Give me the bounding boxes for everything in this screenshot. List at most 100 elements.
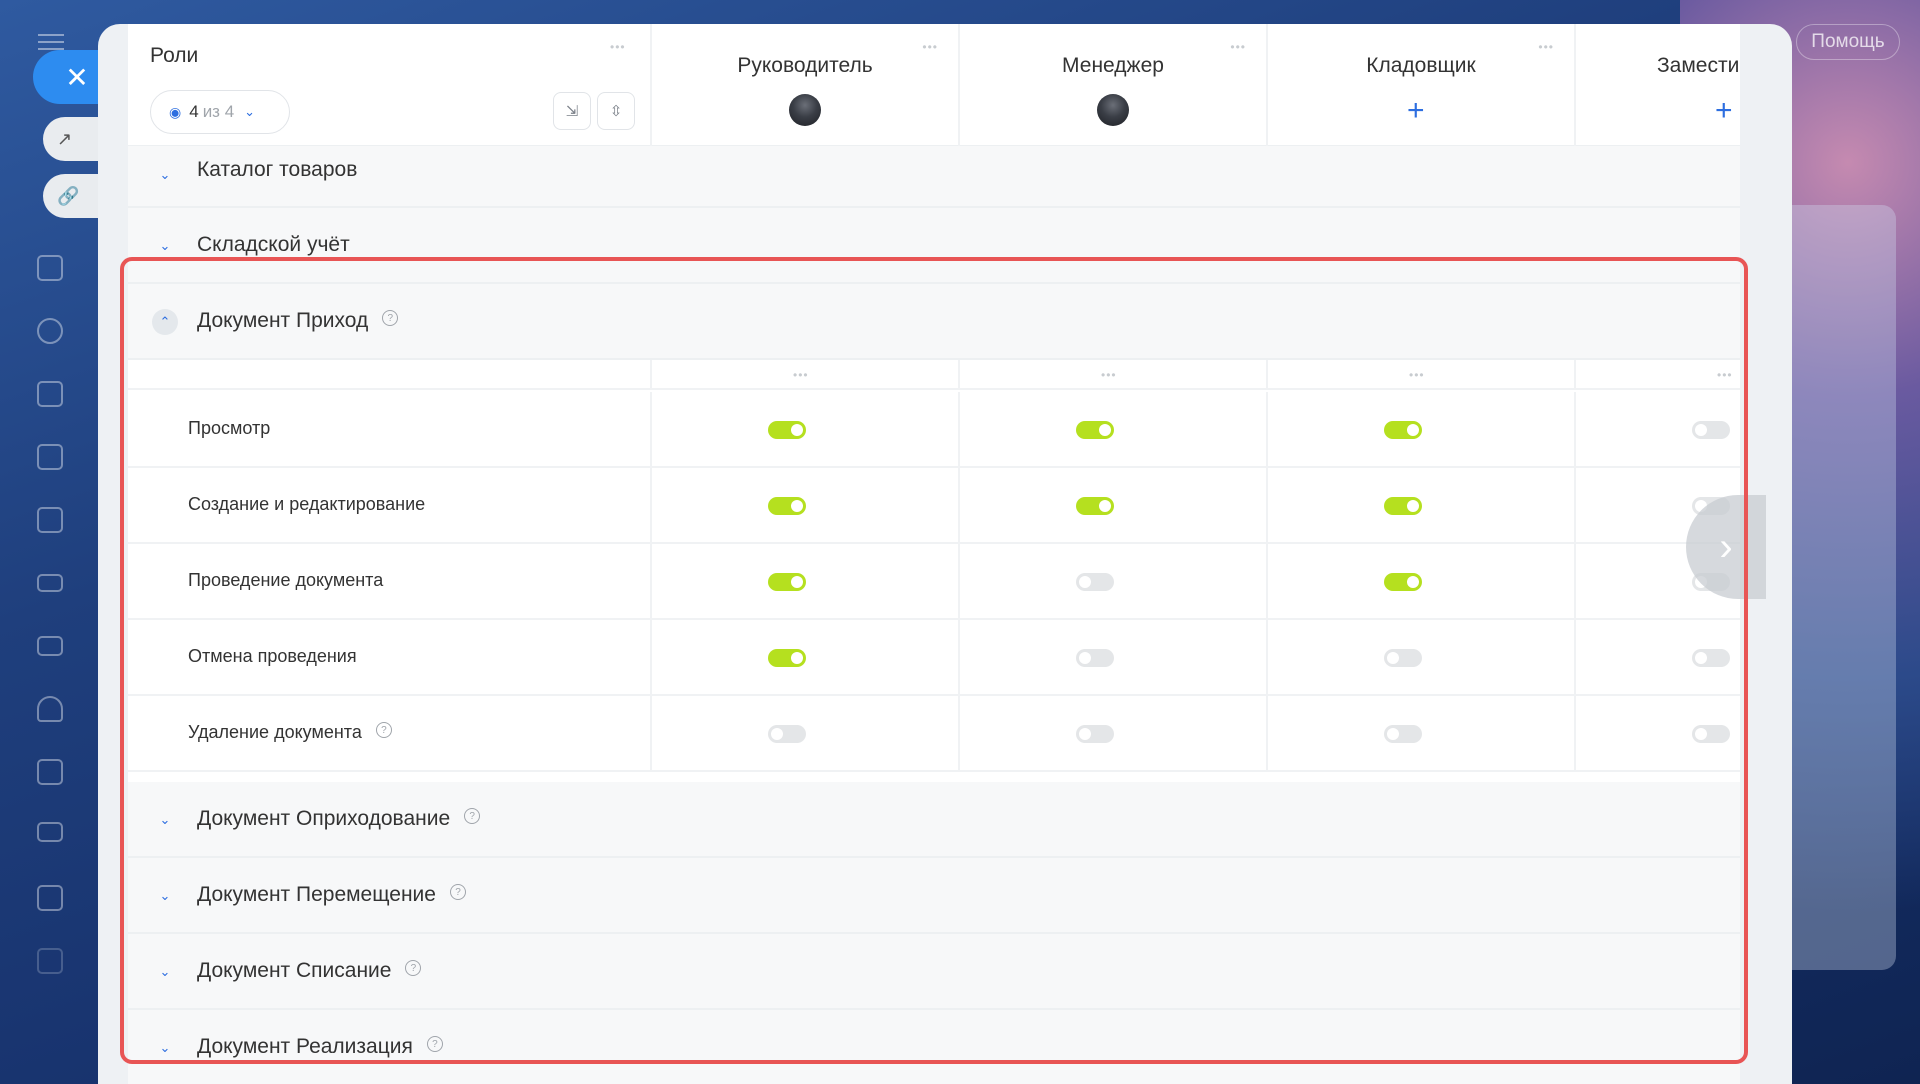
permission-row: Создание и редактирование <box>128 468 1740 544</box>
role-column: ••• Кладовщик + <box>1268 24 1574 146</box>
role-column: ••• Руководитель <box>652 24 958 146</box>
help-icon[interactable]: ? <box>464 808 481 825</box>
permission-toggle[interactable] <box>768 649 806 667</box>
more-icon[interactable]: ••• <box>1230 40 1246 54</box>
permission-toggle[interactable] <box>1076 421 1114 439</box>
permission-toggle[interactable] <box>1076 725 1114 743</box>
add-user-icon[interactable]: + <box>1407 96 1425 126</box>
permission-label: Создание и редактирование <box>188 494 426 514</box>
roles-filter[interactable]: ◉ 4 из 4 ⌄ <box>150 90 290 134</box>
help-icon[interactable]: ? <box>405 960 422 977</box>
chevron-down-icon[interactable]: ⌄ <box>152 959 178 985</box>
contacts-icon[interactable] <box>37 696 63 722</box>
chevron-down-icon[interactable]: ⌄ <box>152 1035 178 1061</box>
permission-toggle[interactable] <box>1384 573 1422 591</box>
permission-row: Отмена проведения <box>128 620 1740 696</box>
section-label: Складской учёт <box>197 233 350 256</box>
role-name: Кладовщик <box>1366 54 1476 77</box>
section-label: Документ Приход? <box>197 309 399 333</box>
section-row[interactable]: ⌄ Документ Перемещение? <box>128 858 1740 934</box>
tasks-icon[interactable] <box>37 759 63 785</box>
permission-label: Просмотр <box>188 418 271 438</box>
help-icon[interactable]: ? <box>382 310 399 327</box>
help-button[interactable]: Помощь <box>1796 24 1900 60</box>
permission-row: Просмотр <box>128 392 1740 468</box>
chevron-down-icon[interactable]: ⌄ <box>152 883 178 909</box>
news-icon[interactable] <box>37 255 63 281</box>
permission-toggle[interactable] <box>1384 421 1422 439</box>
filter-icon[interactable] <box>37 822 63 842</box>
permission-toggle[interactable] <box>1384 649 1422 667</box>
eye-icon: ◉ <box>169 103 182 120</box>
more-icon[interactable]: ••• <box>1717 368 1733 382</box>
chevron-down-icon: ⌄ <box>244 104 256 119</box>
section-row-expanded[interactable]: ⌃ Документ Приход? <box>128 284 1740 360</box>
role-name: Руководитель <box>737 54 873 77</box>
permission-toggle[interactable] <box>768 497 806 515</box>
avatar[interactable] <box>789 94 821 126</box>
section-row[interactable]: ⌄ Документ Оприходование? <box>128 782 1740 858</box>
permission-toggle[interactable] <box>1692 421 1730 439</box>
column-menu-row: ••• ••• ••• ••• <box>128 360 1740 390</box>
groups-icon[interactable] <box>37 318 63 344</box>
role-name: Замести <box>1657 54 1740 77</box>
collapse-all-button[interactable]: ⇲ <box>553 92 591 130</box>
store-icon[interactable] <box>37 948 63 974</box>
add-user-icon[interactable]: + <box>1715 96 1733 126</box>
permission-toggle[interactable] <box>1692 649 1730 667</box>
section-label: Документ Реализация? <box>197 1035 443 1059</box>
roles-header: Роли ••• ◉ 4 из 4 ⌄ ⇲ ⇳ ••• Руководитель <box>128 24 1740 146</box>
more-icon[interactable]: ••• <box>1409 368 1425 382</box>
avatar[interactable] <box>1097 94 1129 126</box>
section-row[interactable]: ⌄ Документ Реализация? <box>128 1010 1740 1084</box>
permissions-table: Роли ••• ◉ 4 из 4 ⌄ ⇲ ⇳ ••• Руководитель <box>128 24 1740 1084</box>
section-row[interactable]: ⌄ Документ Списание? <box>128 934 1740 1010</box>
permission-toggle[interactable] <box>768 725 806 743</box>
permission-toggle[interactable] <box>1384 725 1422 743</box>
visible-count: 4 <box>189 102 199 121</box>
link-icon: 🔗 <box>57 185 80 206</box>
calendar-icon[interactable] <box>37 381 63 407</box>
mail-icon[interactable] <box>37 636 63 656</box>
collapse-icon: ⇲ <box>565 103 579 120</box>
permission-toggle[interactable] <box>1384 497 1422 515</box>
menu-icon[interactable] <box>38 34 64 50</box>
more-icon[interactable]: ••• <box>1538 40 1554 54</box>
permission-row: Проведение документа <box>128 544 1740 620</box>
chevron-down-icon[interactable]: ⌄ <box>152 162 178 188</box>
expand-all-button[interactable]: ⇳ <box>597 92 635 130</box>
more-icon[interactable]: ••• <box>610 40 626 54</box>
help-icon[interactable]: ? <box>426 1036 443 1053</box>
board-icon[interactable] <box>37 507 63 533</box>
permission-toggle[interactable] <box>768 421 806 439</box>
more-icon[interactable]: ••• <box>922 40 938 54</box>
chevron-up-icon[interactable]: ⌃ <box>152 309 178 335</box>
roles-slider-panel: Роли ••• ◉ 4 из 4 ⌄ ⇲ ⇳ ••• Руководитель <box>98 24 1792 1084</box>
chevron-down-icon[interactable]: ⌄ <box>152 807 178 833</box>
permission-toggle[interactable] <box>1692 725 1730 743</box>
more-icon[interactable]: ••• <box>1101 368 1117 382</box>
chevron-down-icon[interactable]: ⌄ <box>152 233 178 259</box>
role-column: Замести + <box>1576 24 1740 146</box>
permission-toggle[interactable] <box>768 573 806 591</box>
inbox-icon[interactable] <box>37 574 63 592</box>
section-row[interactable]: ⌄ Складской учёт <box>128 208 1740 284</box>
chevron-right-icon: › <box>1719 524 1733 569</box>
more-icon[interactable]: ••• <box>793 368 809 382</box>
close-slider-button[interactable]: ✕ <box>33 50 103 104</box>
section-label: Документ Оприходование? <box>197 807 481 831</box>
help-icon[interactable]: ? <box>375 722 392 739</box>
close-icon: ✕ <box>65 61 89 93</box>
permission-toggle[interactable] <box>1076 649 1114 667</box>
help-icon[interactable]: ? <box>449 884 466 901</box>
permission-label: Проведение документа <box>188 570 384 590</box>
permission-row: Удаление документа? <box>128 696 1740 772</box>
permission-label: Отмена проведения <box>188 646 357 666</box>
permission-toggle[interactable] <box>1076 497 1114 515</box>
schedule-icon[interactable] <box>37 885 63 911</box>
section-label: Документ Списание? <box>197 959 422 983</box>
copy-link-button[interactable]: 🔗 <box>43 174 103 218</box>
document-icon[interactable] <box>37 444 63 470</box>
permission-toggle[interactable] <box>1076 573 1114 591</box>
open-in-new-window-button[interactable]: ↗ <box>43 117 103 161</box>
